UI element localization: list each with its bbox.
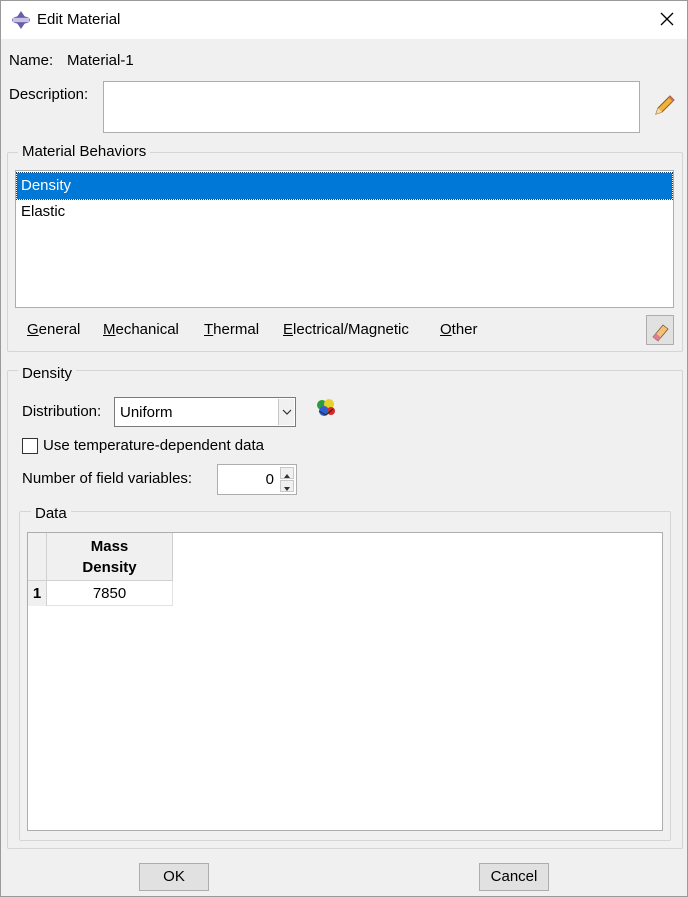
title-bar: Edit Material xyxy=(1,1,687,39)
header-line-1: Mass xyxy=(90,538,129,555)
abaqus-app-icon xyxy=(12,11,30,29)
ok-button[interactable]: OK xyxy=(139,863,209,891)
spin-down-icon[interactable] xyxy=(280,480,294,492)
material-name: Material-1 xyxy=(67,52,134,69)
menu-general-accel: G xyxy=(27,321,39,338)
menu-mechanical[interactable]: Mechanical xyxy=(103,321,179,338)
menu-mechanical-label: echanical xyxy=(115,321,179,338)
list-item-elastic[interactable]: Elastic xyxy=(17,199,672,225)
field-variables-label: Number of field variables: xyxy=(22,470,193,487)
menu-general-label: eneral xyxy=(38,321,81,338)
name-label: Name: xyxy=(9,52,54,69)
behaviors-list[interactable]: Density Elastic xyxy=(15,170,674,308)
window-title: Edit Material xyxy=(37,11,121,28)
close-icon[interactable] xyxy=(657,9,677,29)
menu-thermal[interactable]: Thermal xyxy=(204,321,259,338)
field-variables-value: 0 xyxy=(265,471,274,488)
description-field[interactable] xyxy=(103,81,640,133)
description-label: Description: xyxy=(9,86,89,103)
edit-pencil-icon[interactable] xyxy=(651,93,677,119)
temperature-dependent-checkbox[interactable] xyxy=(22,438,38,454)
field-cube-icon[interactable] xyxy=(314,397,338,419)
distribution-select[interactable]: Uniform xyxy=(114,397,296,427)
table-corner xyxy=(28,533,47,581)
spin-up-icon[interactable] xyxy=(280,467,294,479)
menu-electrical-accel: E xyxy=(283,321,294,338)
header-line-2: Density xyxy=(82,559,137,576)
edit-material-dialog: Edit Material Name: Material-1 Descripti… xyxy=(0,0,688,897)
list-item-density[interactable]: Density xyxy=(16,172,673,200)
density-group-title: Density xyxy=(18,365,77,382)
chevron-down-icon[interactable] xyxy=(278,399,294,425)
cancel-button[interactable]: Cancel xyxy=(479,863,549,891)
menu-other-accel: O xyxy=(440,321,452,338)
menu-general[interactable]: General xyxy=(27,321,80,338)
eraser-button[interactable] xyxy=(646,315,674,345)
column-header-mass-density[interactable]: Mass Density xyxy=(47,533,173,581)
menu-other[interactable]: Other xyxy=(440,321,478,338)
menu-thermal-accel: T xyxy=(204,321,214,338)
menu-other-label: ther xyxy=(451,321,478,338)
field-variables-spinner[interactable]: 0 xyxy=(217,464,297,495)
distribution-label: Distribution: xyxy=(22,403,102,420)
material-behaviors-title: Material Behaviors xyxy=(18,143,151,160)
row-number: 1 xyxy=(28,581,47,606)
table-cell-mass-density[interactable]: 7850 xyxy=(47,581,173,606)
data-group-title: Data xyxy=(31,505,71,522)
menu-electrical-magnetic[interactable]: Electrical/Magnetic xyxy=(283,321,409,338)
data-table[interactable]: Mass Density 1 7850 xyxy=(27,532,663,831)
menu-electrical-label: lectrical/Magnetic xyxy=(293,321,409,338)
distribution-value: Uniform xyxy=(120,404,173,421)
eraser-icon xyxy=(652,324,669,342)
menu-mechanical-accel: M xyxy=(103,321,116,338)
menu-thermal-label: hermal xyxy=(213,321,260,338)
temperature-dependent-label: Use temperature-dependent data xyxy=(43,437,264,454)
